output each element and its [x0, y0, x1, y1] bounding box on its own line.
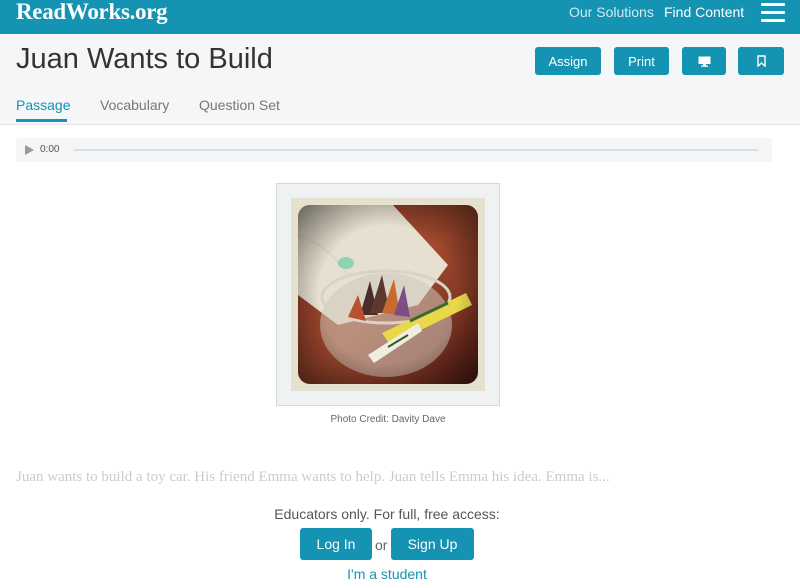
page-title: Juan Wants to Build — [16, 43, 273, 75]
hamburger-icon[interactable] — [761, 2, 785, 22]
log-in-button[interactable]: Log In — [300, 528, 372, 560]
readworks-logo[interactable]: ReadWorks.org — [16, 0, 168, 25]
photo-credit: Photo Credit: Davity Dave — [330, 414, 446, 425]
nav-our-solutions-link[interactable]: Our Solutions — [569, 4, 654, 20]
educators-only-message: Educators only. For full, free access: — [274, 506, 500, 522]
nav-find-content-link[interactable]: Find Content — [664, 4, 744, 20]
bookmark-icon — [756, 55, 766, 67]
monitor-icon — [698, 56, 710, 67]
bookmark-button[interactable] — [738, 47, 784, 75]
audio-time: 0:00 — [40, 144, 60, 155]
audio-player: 0:00 — [16, 138, 772, 162]
tab-vocabulary[interactable]: Vocabulary — [100, 97, 169, 113]
tab-passage[interactable]: Passage — [16, 97, 70, 113]
active-tab-indicator — [16, 119, 67, 122]
im-a-student-link[interactable]: I'm a student — [0, 566, 774, 582]
sign-up-button[interactable]: Sign Up — [391, 528, 474, 560]
photo-mat — [291, 198, 485, 391]
tab-question-set[interactable]: Question Set — [199, 97, 280, 113]
article-header: Juan Wants to Build Assign Print Passage… — [0, 34, 800, 125]
top-navbar: ReadWorks.org Our Solutions Find Content — [0, 0, 800, 34]
passage-teaser-text: Juan wants to build a toy car. His frien… — [16, 469, 610, 485]
assign-button[interactable]: Assign — [535, 47, 601, 75]
or-separator: or — [375, 537, 388, 553]
present-button[interactable] — [682, 47, 726, 75]
print-button[interactable]: Print — [614, 47, 669, 75]
audio-progress-bar[interactable] — [74, 149, 758, 151]
crayons-in-jar-photo — [298, 205, 478, 384]
passage-photo-frame — [276, 183, 500, 406]
play-icon[interactable] — [25, 145, 34, 155]
